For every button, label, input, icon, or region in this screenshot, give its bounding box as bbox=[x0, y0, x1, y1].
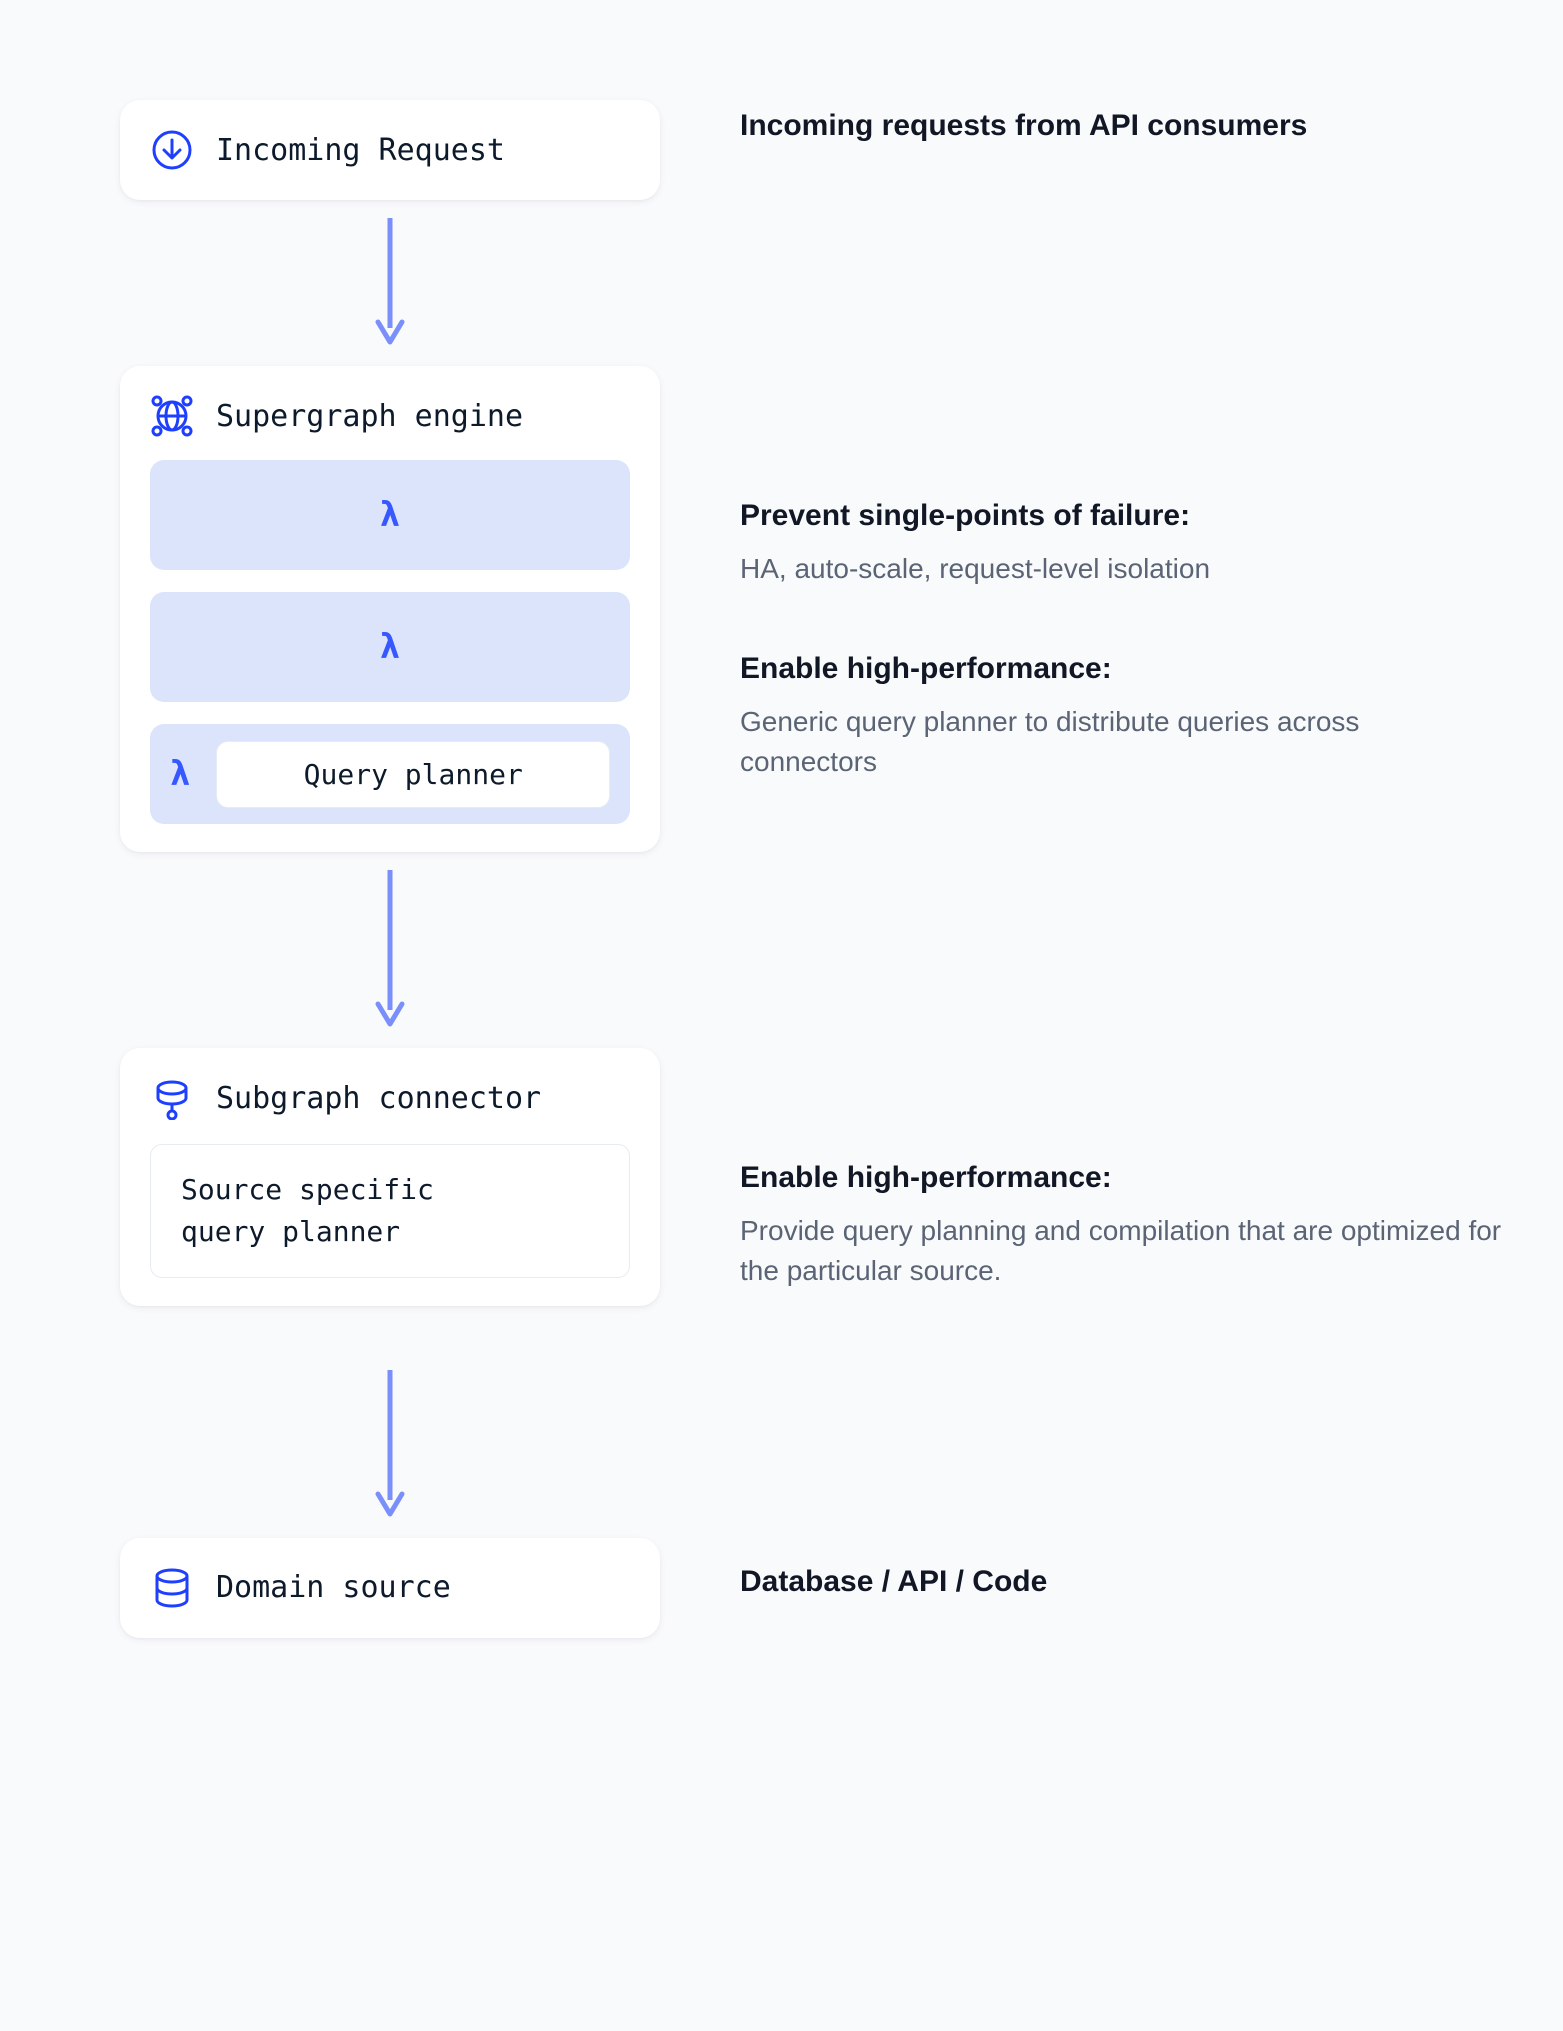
card-incoming-request: Incoming Request bbox=[120, 100, 660, 200]
globe-graph-icon bbox=[150, 394, 194, 438]
desc-domain-heading: Database / API / Code bbox=[740, 1562, 1503, 1603]
arrow-connector-to-domain bbox=[120, 1352, 660, 1538]
card-subgraph-connector: Subgraph connector Source specific query… bbox=[120, 1048, 660, 1306]
card-domain-source: Domain source bbox=[120, 1538, 660, 1638]
desc-engine-perf-heading: Enable high-performance: bbox=[740, 649, 1503, 690]
row-incoming: Incoming Request Incoming requests from … bbox=[120, 100, 1503, 200]
desc-connector-perf-heading: Enable high-performance: bbox=[740, 1158, 1503, 1199]
arrow-incoming-to-engine bbox=[120, 200, 660, 366]
connector-title: Subgraph connector bbox=[216, 1081, 541, 1116]
desc-engine-perf-body: Generic query planner to distribute quer… bbox=[740, 702, 1503, 783]
row-connector: Subgraph connector Source specific query… bbox=[120, 1048, 1503, 1352]
desc-spof-heading: Prevent single-points of failure: bbox=[740, 496, 1503, 537]
card-supergraph-engine: Supergraph engine λ λ λ Query planner bbox=[120, 366, 660, 852]
desc-spof-body: HA, auto-scale, request-level isolation bbox=[740, 549, 1503, 590]
engine-title: Supergraph engine bbox=[216, 399, 523, 434]
incoming-title: Incoming Request bbox=[216, 133, 505, 168]
lambda-icon: λ bbox=[170, 754, 190, 794]
lambda-box-2: λ bbox=[150, 592, 630, 702]
row-engine: Supergraph engine λ λ λ Query planner Pr… bbox=[120, 366, 1503, 852]
arrow-engine-to-connector bbox=[120, 852, 660, 1048]
domain-title: Domain source bbox=[216, 1570, 451, 1605]
database-icon bbox=[150, 1566, 194, 1610]
lambda-box-1: λ bbox=[150, 460, 630, 570]
lambda-icon: λ bbox=[380, 495, 400, 535]
connector-node-icon bbox=[150, 1076, 194, 1120]
desc-incoming-heading: Incoming requests from API consumers bbox=[740, 106, 1503, 147]
source-specific-planner-box: Source specific query planner bbox=[150, 1144, 630, 1278]
desc-connector-perf-body: Provide query planning and compilation t… bbox=[740, 1211, 1503, 1292]
lambda-icon: λ bbox=[380, 627, 400, 667]
query-planner-pill: Query planner bbox=[216, 741, 610, 808]
row-domain: Domain source Database / API / Code bbox=[120, 1538, 1503, 1638]
lambda-box-query-planner: λ Query planner bbox=[150, 724, 630, 824]
download-circle-icon bbox=[150, 128, 194, 172]
